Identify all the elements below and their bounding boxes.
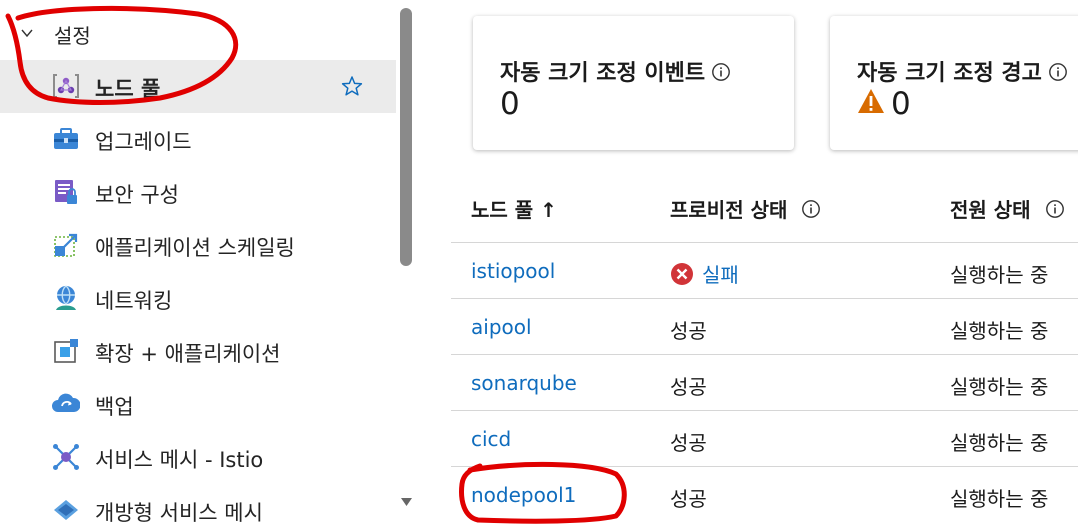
provisioning-status: 성공 [670, 487, 707, 511]
warning-icon [858, 89, 884, 113]
sidebar-item-extensions[interactable]: 확장 + 애플리케이션 [0, 325, 396, 378]
node-pool-link[interactable]: nodepool1 [471, 483, 576, 507]
card-value: 0 [500, 86, 520, 122]
sidebar-item-label: 보안 구성 [95, 183, 179, 207]
column-header-power[interactable]: 전원 상태 [950, 194, 1065, 223]
power-state: 실행하는 중 [950, 431, 1049, 455]
info-icon[interactable] [1048, 62, 1068, 82]
provisioning-status: 성공 [670, 319, 707, 343]
service-mesh-icon [53, 444, 79, 470]
node-pool-link[interactable]: istiopool [471, 259, 555, 283]
power-state: 실행하는 중 [950, 319, 1049, 343]
sidebar-item-label: 애플리케이션 스케일링 [95, 236, 295, 260]
card-title: 자동 크기 조정 경고 [857, 55, 1068, 87]
sidebar-item-label: 서비스 메시 - Istio [95, 448, 264, 472]
sidebar-item-backup[interactable]: 백업 [0, 378, 396, 431]
backup-icon [52, 393, 80, 412]
table-row[interactable]: cicd 성공 실행하는 중 [451, 410, 1078, 466]
provisioning-status: 성공 [670, 431, 707, 455]
settings-group-header[interactable]: 설정 [0, 12, 396, 52]
sidebar-item-app-scaling[interactable]: 애플리케이션 스케일링 [0, 219, 396, 272]
card-value-row: 0 [857, 86, 911, 122]
provisioning-status: 성공 [670, 375, 707, 399]
settings-sidebar: 설정 노드 풀 업그레이드 보안 구성 애플리케이션 스케일링 네트워킹 확장 … [0, 0, 396, 525]
sidebar-item-upgrade[interactable]: 업그레이드 [0, 113, 396, 166]
column-header-name[interactable]: 노드 풀 ↑ [471, 194, 557, 223]
sidebar-item-label: 네트워킹 [95, 289, 173, 313]
networking-icon [56, 285, 76, 310]
autoscale-warnings-card[interactable]: 자동 크기 조정 경고 0 [830, 16, 1078, 150]
upgrade-icon [54, 128, 78, 149]
node-pool-link[interactable]: sonarqube [471, 371, 577, 395]
security-config-icon [55, 180, 77, 204]
node-pool-link[interactable]: aipool [471, 315, 532, 339]
error-icon [671, 263, 693, 285]
autoscale-events-card[interactable]: 자동 크기 조정 이벤트 0 [473, 16, 794, 150]
sidebar-item-label: 업그레이드 [95, 130, 192, 154]
info-icon[interactable] [711, 62, 731, 82]
star-icon[interactable] [341, 75, 363, 97]
chevron-down-icon [21, 29, 33, 38]
sidebar-item-networking[interactable]: 네트워킹 [0, 272, 396, 325]
app-scaling-icon [54, 233, 78, 257]
power-state: 실행하는 중 [950, 263, 1049, 287]
node-pool-link[interactable]: cicd [471, 427, 511, 451]
sidebar-item-service-mesh-istio[interactable]: 서비스 메시 - Istio [0, 431, 396, 484]
sidebar-item-security-config[interactable]: 보안 구성 [0, 166, 396, 219]
node-pool-icon [53, 74, 79, 98]
table-row[interactable]: istiopool 실패 실행하는 중 [451, 242, 1078, 298]
table-row[interactable]: sonarqube 성공 실행하는 중 [451, 354, 1078, 410]
node-pools-main: 자동 크기 조정 이벤트 0 자동 크기 조정 경고 0 노드 풀 ↑ 프로비전… [414, 0, 1078, 525]
sidebar-item-label: 백업 [95, 395, 134, 419]
info-icon[interactable] [1045, 199, 1065, 219]
sidebar-item-label: 노드 풀 [95, 77, 161, 101]
sidebar-item-node-pools[interactable]: 노드 풀 [0, 60, 396, 113]
column-header-provisioning[interactable]: 프로비전 상태 [670, 194, 821, 223]
sidebar-item-open-service-mesh[interactable]: 개방형 서비스 메시 [0, 484, 396, 525]
sidebar-item-label: 개방형 서비스 메시 [95, 501, 263, 525]
sidebar-scrollbar[interactable] [399, 0, 414, 525]
table-row[interactable]: nodepool1 성공 실행하는 중 [451, 466, 1078, 522]
open-service-mesh-icon [54, 500, 78, 520]
table-row[interactable]: aipool 성공 실행하는 중 [451, 298, 1078, 354]
power-state: 실행하는 중 [950, 487, 1049, 511]
provisioning-status-failed[interactable]: 실패 [670, 259, 739, 288]
scroll-down-arrow-icon[interactable] [400, 496, 413, 508]
info-icon[interactable] [801, 199, 821, 219]
scrollbar-thumb[interactable] [400, 8, 412, 266]
power-state: 실행하는 중 [950, 375, 1049, 399]
extensions-icon [54, 339, 78, 363]
sidebar-item-label: 확장 + 애플리케이션 [95, 342, 281, 366]
card-title: 자동 크기 조정 이벤트 [500, 55, 731, 87]
settings-group-label: 설정 [54, 24, 91, 48]
